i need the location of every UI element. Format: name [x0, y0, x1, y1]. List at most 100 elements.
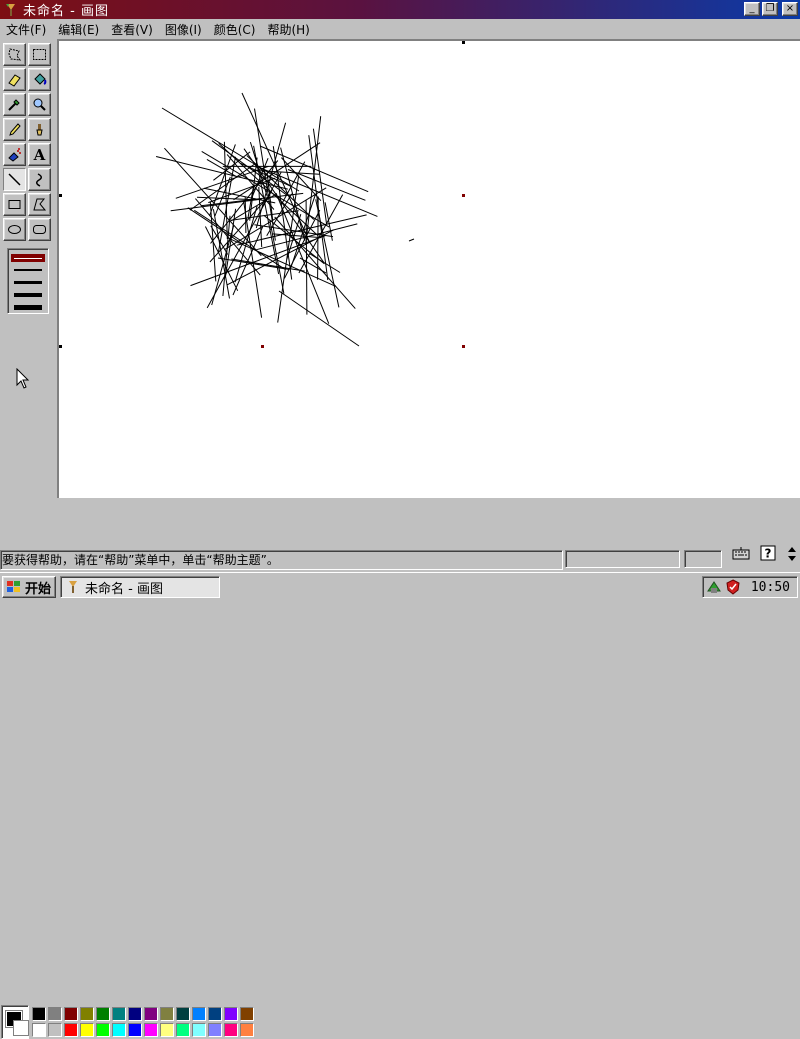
palette-swatch[interactable] [160, 1023, 174, 1037]
menu-bar: 文件(F) 编辑(E) 查看(V) 图像(I) 颜色(C) 帮助(H) [0, 19, 800, 39]
palette-swatch[interactable] [208, 1007, 222, 1021]
palette-swatch[interactable] [64, 1023, 78, 1037]
close-button[interactable]: × [782, 2, 798, 16]
start-button[interactable]: 开始 [2, 576, 56, 598]
palette-swatch[interactable] [208, 1023, 222, 1037]
resize-handle-left[interactable] [59, 194, 62, 197]
restore-button[interactable]: ❐ [762, 2, 778, 16]
brush-tool[interactable] [28, 118, 51, 141]
palette-swatch[interactable] [240, 1023, 254, 1037]
menu-help[interactable]: 帮助(H) [261, 21, 315, 38]
resize-handle-top[interactable] [462, 41, 465, 44]
line-width-1[interactable] [11, 254, 45, 262]
palette-swatch[interactable] [112, 1007, 126, 1021]
curve-tool[interactable] [28, 168, 51, 191]
airbrush-tool[interactable] [3, 143, 26, 166]
polygon-tool[interactable] [28, 193, 51, 216]
line-width-2[interactable] [14, 269, 42, 271]
resize-handle-bottom-right[interactable] [462, 345, 465, 348]
palette-swatch[interactable] [192, 1007, 206, 1021]
minimize-button[interactable]: _ [744, 2, 760, 16]
rect-select-icon [33, 49, 46, 60]
rectangle-icon [8, 200, 21, 209]
select-tool[interactable] [28, 43, 51, 66]
scribble-stroke [274, 216, 356, 309]
clock: 10:50 [750, 579, 790, 595]
resize-handle-right[interactable] [462, 194, 465, 197]
palette-swatch[interactable] [80, 1007, 94, 1021]
ellipse-tool[interactable] [3, 218, 26, 241]
rounded-rectangle-icon [33, 225, 46, 234]
magnifier-tool[interactable] [28, 93, 51, 116]
palette-swatch[interactable] [224, 1023, 238, 1037]
palette-swatch[interactable] [112, 1023, 126, 1037]
palette-swatch[interactable] [80, 1023, 94, 1037]
start-label: 开始 [25, 581, 52, 597]
task-label: 未命名 - 画图 [85, 581, 163, 597]
pencil-tool[interactable] [3, 118, 26, 141]
palette-swatch[interactable] [96, 1007, 110, 1021]
title-bar: 未命名 - 画图 _ ❐ × [0, 0, 800, 19]
line-width-4[interactable] [14, 293, 42, 297]
text-tool[interactable]: A [28, 143, 51, 166]
keyboard-icon[interactable] [732, 545, 750, 561]
menu-view[interactable]: 查看(V) [105, 21, 159, 38]
resize-handle-bottom[interactable] [261, 345, 264, 348]
paint-task-icon [69, 581, 77, 593]
menu-colors[interactable]: 颜色(C) [208, 21, 262, 38]
fill-tool[interactable] [28, 68, 51, 91]
curve-icon [36, 173, 42, 187]
palette-swatch[interactable] [96, 1023, 110, 1037]
scribble-stroke [305, 200, 308, 315]
eyedropper-icon [8, 99, 20, 111]
palette-swatch[interactable] [48, 1023, 62, 1037]
palette-swatch[interactable] [224, 1007, 238, 1021]
fill-bucket-icon [34, 73, 47, 85]
palette-swatch[interactable] [160, 1007, 174, 1021]
palette-swatch[interactable] [176, 1007, 190, 1021]
menu-file[interactable]: 文件(F) [0, 21, 52, 38]
rounded-rectangle-tool[interactable] [28, 218, 51, 241]
palette-swatch[interactable] [144, 1007, 158, 1021]
palette-swatch[interactable] [48, 1007, 62, 1021]
palette-swatch[interactable] [192, 1023, 206, 1037]
scribble-stroke [209, 201, 217, 282]
line-width-3[interactable] [14, 281, 42, 284]
palette-swatch[interactable] [144, 1023, 158, 1037]
scroll-arrows-icon[interactable] [786, 545, 798, 563]
scribble-stroke [286, 214, 302, 260]
palette-swatch[interactable] [32, 1023, 46, 1037]
scribble-stroke [272, 233, 322, 239]
palette-swatch[interactable] [128, 1023, 142, 1037]
canvas-scroll-area [57, 39, 800, 498]
line-width-5[interactable] [14, 305, 42, 310]
palette-swatch[interactable] [240, 1007, 254, 1021]
taskbar-task-paint[interactable]: 未命名 - 画图 [60, 576, 220, 598]
menu-image[interactable]: 图像(I) [159, 21, 208, 38]
toolbox: A [2, 42, 54, 498]
brush-icon [36, 124, 43, 136]
line-tool[interactable] [3, 168, 26, 191]
drawing-canvas[interactable] [59, 41, 800, 498]
eraser-tool[interactable] [3, 68, 26, 91]
palette-swatch[interactable] [128, 1007, 142, 1021]
menu-edit[interactable]: 编辑(E) [52, 21, 105, 38]
network-tray-icon[interactable] [706, 579, 722, 595]
free-form-select-tool[interactable] [3, 43, 26, 66]
resize-handle-bottom-left[interactable] [59, 345, 62, 348]
palette-swatch[interactable] [176, 1023, 190, 1037]
magnifier-icon [33, 98, 46, 111]
ellipse-icon [8, 225, 21, 234]
scribble-drawing [155, 92, 415, 347]
color-picker-tool[interactable] [3, 93, 26, 116]
palette-swatch[interactable] [64, 1007, 78, 1021]
help-icon[interactable]: ? [760, 545, 776, 561]
antivirus-tray-icon[interactable] [725, 579, 741, 595]
rectangle-tool[interactable] [3, 193, 26, 216]
palette-swatch[interactable] [32, 1007, 46, 1021]
mouse-cursor-icon [16, 368, 30, 389]
text-tool-icon: A [33, 145, 46, 164]
paint-app-icon[interactable] [3, 2, 19, 18]
status-panel-position [565, 550, 680, 568]
current-colors[interactable] [1, 1005, 29, 1039]
